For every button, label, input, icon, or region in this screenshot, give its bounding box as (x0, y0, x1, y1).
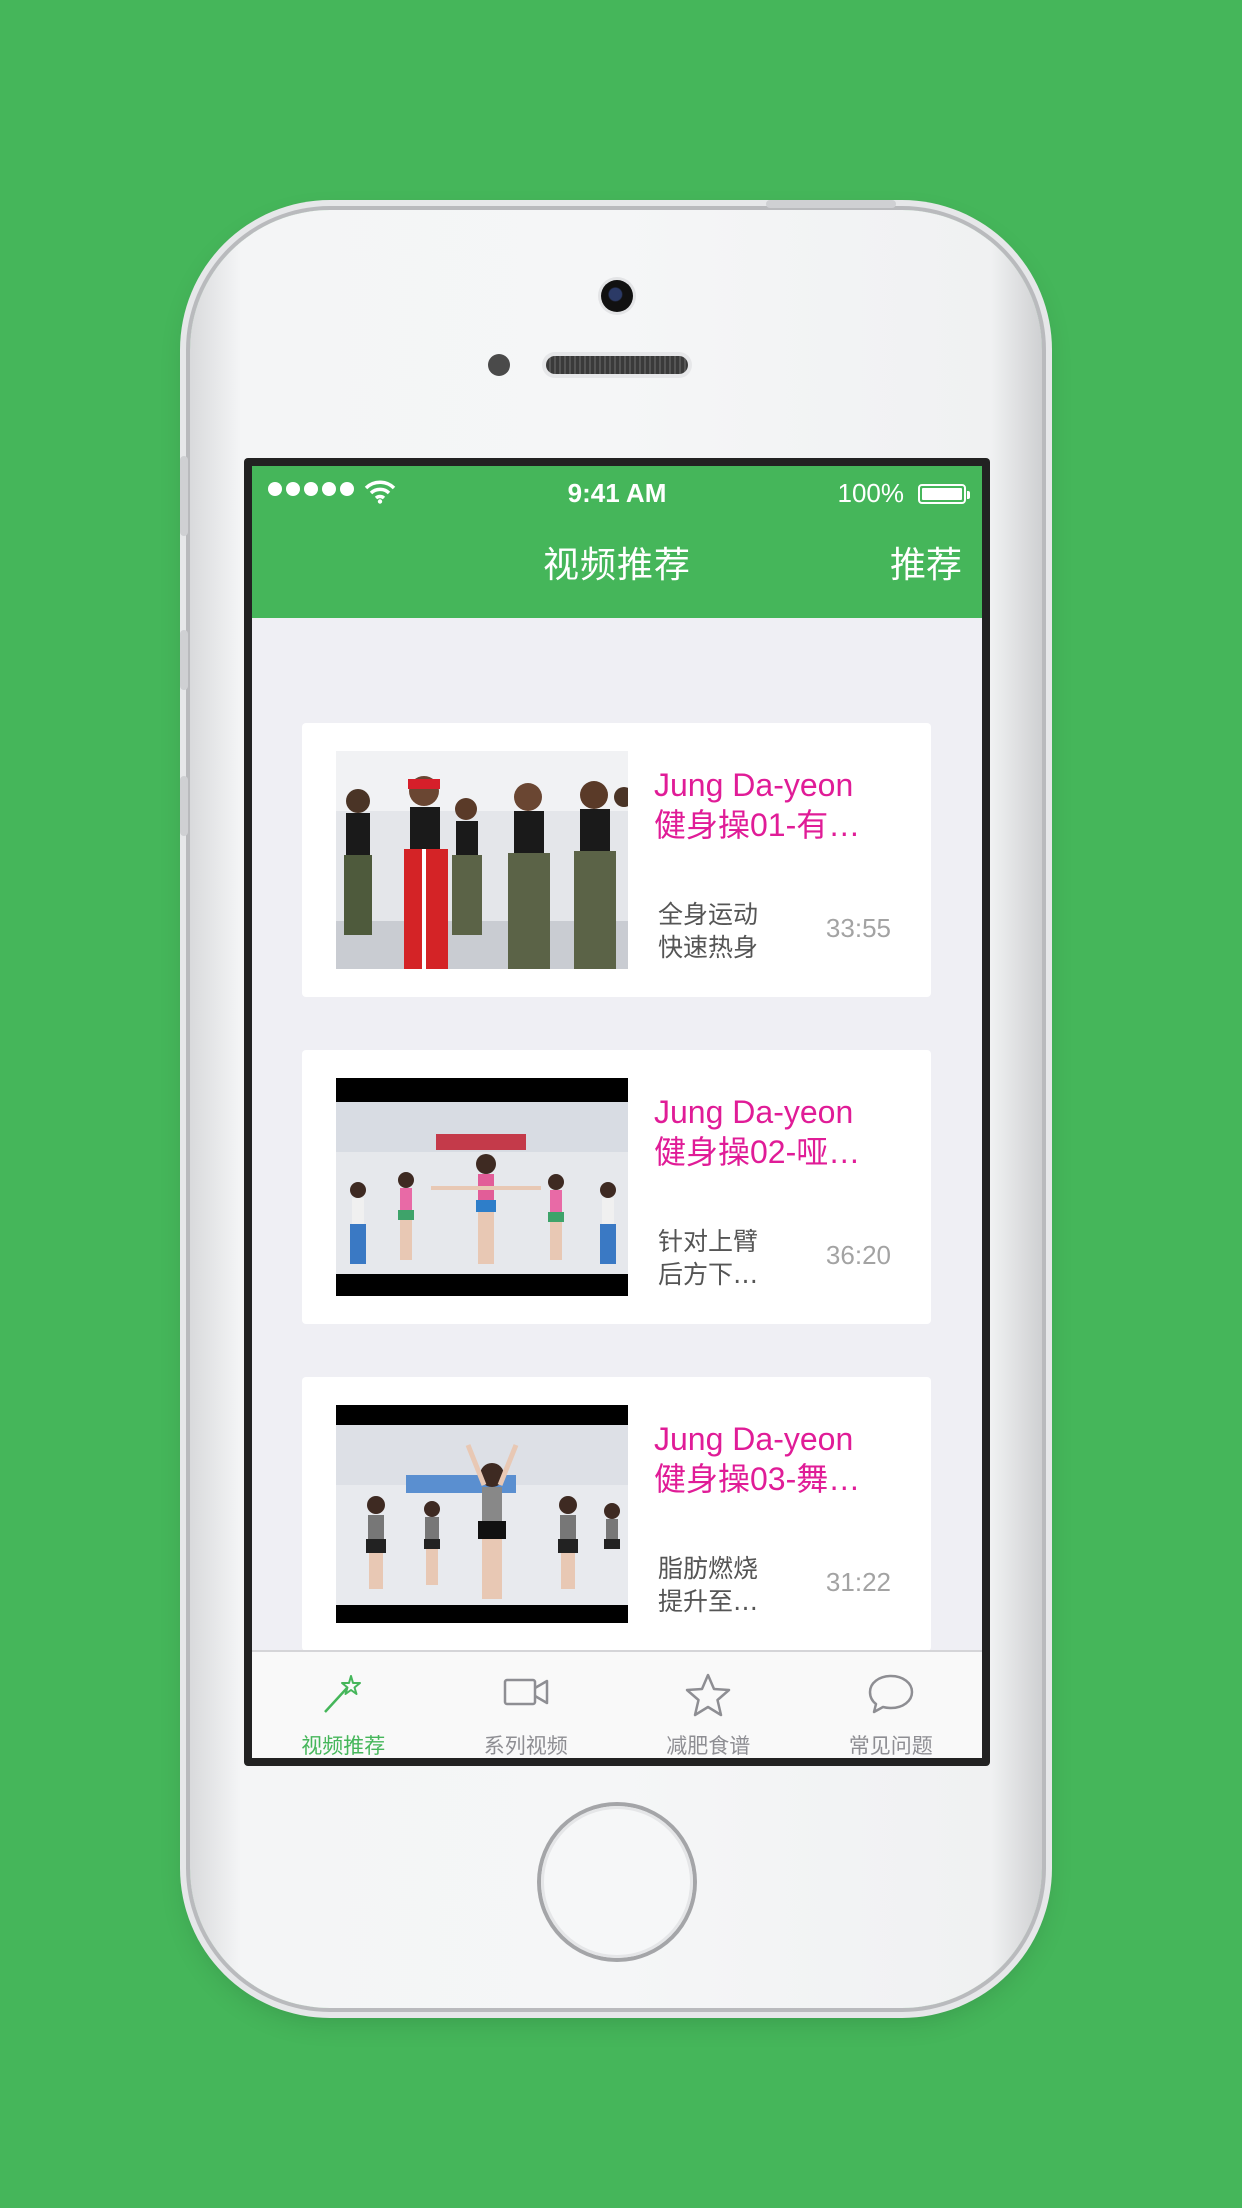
tab-label: 系列视频 (483, 1734, 568, 1758)
video-title-line: Jung Da-yeon (654, 1094, 854, 1130)
video-desc-line: 脂肪燃烧 (658, 1554, 759, 1583)
tab-diet-recipes[interactable]: 减肥食谱 (617, 1652, 800, 1758)
page-title: 视频推荐 (542, 545, 691, 586)
phone-screen: 9:41 AM 100% 视频推荐 推荐 Jung Da-yeon 健身操01-… (244, 458, 990, 1766)
volume-down-button (180, 776, 188, 836)
tab-video-recommend[interactable]: 视频推荐 (252, 1652, 435, 1758)
video-duration: 36:20 (825, 1240, 891, 1270)
video-title-line: 健身操02-哑… (654, 1134, 861, 1170)
video-desc-line: 全身运动 (658, 900, 759, 929)
tab-series-videos[interactable]: 系列视频 (435, 1652, 618, 1758)
star-icon (686, 1673, 731, 1717)
front-camera (601, 280, 633, 312)
video-title-line: Jung Da-yeon (654, 1421, 854, 1457)
video-desc-line: 提升至… (658, 1587, 759, 1616)
power-button (766, 200, 896, 208)
video-card[interactable]: Jung Da-yeon 健身操02-哑… 针对上臂 后方下… 36:20 (302, 1050, 931, 1324)
video-card[interactable]: Jung Da-yeon 健身操01-有… 全身运动 快速热身 33:55 (302, 723, 931, 997)
video-thumbnail[interactable] (336, 1078, 628, 1296)
tab-label: 常见问题 (848, 1734, 933, 1758)
battery-percentage: 100% (837, 478, 905, 508)
video-thumbnail[interactable] (336, 751, 628, 969)
video-desc-line: 针对上臂 (658, 1227, 759, 1256)
video-title-line: 健身操03-舞… (654, 1461, 861, 1497)
app-display: 9:41 AM 100% 视频推荐 推荐 Jung Da-yeon 健身操01-… (252, 466, 982, 1758)
home-button[interactable] (541, 1806, 693, 1958)
video-description: 全身运动 快速热身 (658, 898, 778, 964)
tab-label: 视频推荐 (301, 1734, 386, 1758)
video-title: Jung Da-yeon 健身操01-有… (654, 765, 904, 845)
tab-faq[interactable]: 常见问题 (800, 1652, 983, 1758)
status-bar: 9:41 AM 100% (252, 466, 982, 516)
video-title: Jung Da-yeon 健身操03-舞… (654, 1419, 904, 1499)
magic-wand-icon (324, 1675, 362, 1713)
proximity-sensor (488, 354, 510, 376)
video-list[interactable]: Jung Da-yeon 健身操01-有… 全身运动 快速热身 33:55 Ju… (252, 618, 982, 1658)
video-description: 针对上臂 后方下… (658, 1225, 778, 1291)
tab-label: 减肥食谱 (666, 1734, 751, 1758)
silent-switch (180, 456, 188, 536)
video-card[interactable]: Jung Da-yeon 健身操03-舞… 脂肪燃烧 提升至… 31:22 (302, 1377, 931, 1651)
battery-icon (918, 484, 970, 504)
navigation-bar: 9:41 AM 100% 视频推荐 推荐 (252, 466, 982, 618)
recommend-button[interactable]: 推荐 (890, 536, 962, 588)
video-thumbnail[interactable] (336, 1405, 628, 1623)
chat-bubble-icon (868, 1674, 913, 1714)
video-desc-line: 后方下… (658, 1260, 759, 1289)
video-desc-line: 快速热身 (658, 933, 759, 962)
video-camera-icon (503, 1678, 548, 1706)
video-duration: 31:22 (825, 1567, 891, 1597)
video-title: Jung Da-yeon 健身操02-哑… (654, 1092, 904, 1172)
video-title-line: Jung Da-yeon (654, 767, 854, 803)
volume-up-button (180, 630, 188, 690)
video-title-line: 健身操01-有… (654, 807, 861, 843)
video-duration: 33:55 (825, 913, 891, 943)
tab-bar: 视频推荐 系列视频 减肥食谱 常见问题 (252, 1650, 982, 1758)
earpiece-speaker (546, 356, 688, 374)
video-description: 脂肪燃烧 提升至… (658, 1552, 778, 1618)
